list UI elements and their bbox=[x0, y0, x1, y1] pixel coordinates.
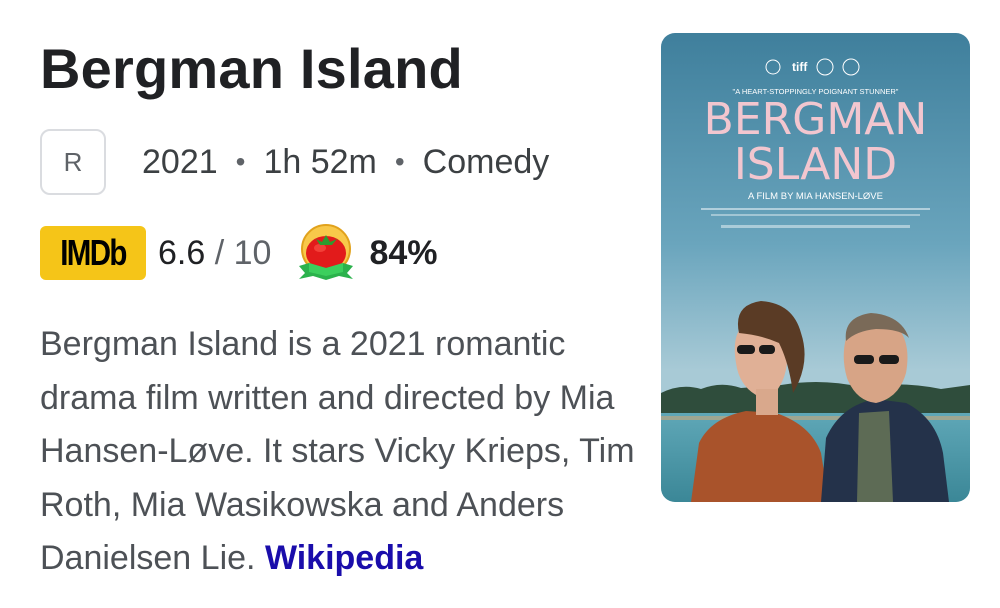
imdb-score-max: / 10 bbox=[214, 233, 272, 272]
genre: Comedy bbox=[422, 142, 550, 181]
ratings-row: IMDb 6.6 / 10 84% bbox=[40, 222, 438, 284]
movie-meta: R 2021 • 1h 52m • Comedy bbox=[40, 128, 549, 196]
release-year: 2021 bbox=[142, 142, 218, 181]
imdb-score-value: 6.6 bbox=[158, 233, 206, 272]
fresh-tomato-icon[interactable] bbox=[295, 222, 357, 284]
content-rating-badge: R bbox=[40, 129, 106, 195]
imdb-score: 6.6 / 10 bbox=[158, 234, 271, 273]
poster-credit: A FILM BY MIA HANSEN-LØVE bbox=[748, 191, 883, 202]
poster-title-line1: BERGMAN bbox=[704, 94, 928, 145]
runtime: 1h 52m bbox=[263, 142, 377, 181]
movie-poster[interactable]: tiff "A HEART-STOPPINGLY POIGNANT STUNNE… bbox=[661, 33, 970, 502]
movie-description: Bergman Island is a 2021 romantic drama … bbox=[40, 318, 660, 586]
poster-title-line2: ISLAND bbox=[734, 139, 897, 190]
imdb-icon[interactable]: IMDb bbox=[40, 226, 146, 280]
meta-info: 2021 • 1h 52m • Comedy bbox=[142, 143, 549, 182]
meta-separator: • bbox=[235, 146, 246, 177]
wikipedia-link[interactable]: Wikipedia bbox=[265, 539, 423, 577]
poster-festival-logo: tiff bbox=[792, 60, 808, 74]
rotten-tomatoes-score: 84% bbox=[369, 233, 438, 272]
movie-title: Bergman Island bbox=[40, 37, 463, 100]
meta-separator: • bbox=[394, 146, 405, 177]
imdb-logo-text: IMDb bbox=[60, 232, 127, 273]
